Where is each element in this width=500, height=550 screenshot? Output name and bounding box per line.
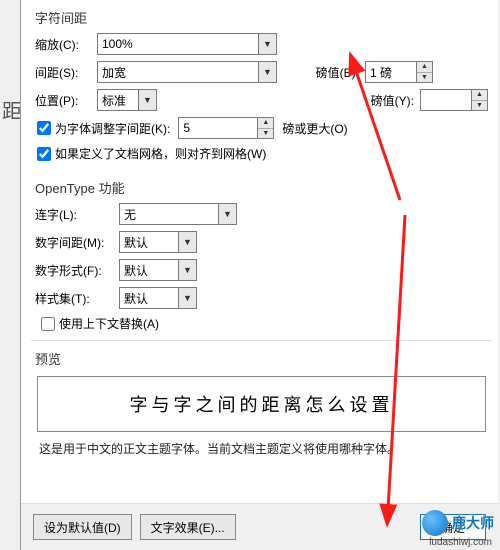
by-value-y-label: 磅值(Y): — [358, 92, 414, 109]
row-style-set: 样式集(T): ▼ — [35, 287, 488, 309]
by-value-y-input[interactable] — [420, 89, 472, 111]
row-num-form: 数字形式(F): ▼ — [35, 259, 488, 281]
section-opentype: OpenType 功能 — [35, 178, 488, 197]
num-spacing-combo[interactable]: ▼ — [119, 231, 197, 253]
chevron-up-icon: ▲ — [417, 62, 432, 73]
by-value-y-spinner[interactable]: ▲▼ — [420, 89, 488, 111]
watermark-brand: 鹿大师 — [452, 513, 494, 533]
section-preview: 预览 — [35, 349, 488, 368]
by-value-spinner[interactable]: ▲▼ — [365, 61, 433, 83]
set-default-button[interactable]: 设为默认值(D) — [33, 514, 132, 540]
kerning-label: 为字体调整字间距(K): — [55, 120, 170, 137]
chevron-down-icon: ▼ — [258, 129, 273, 139]
row-position: 位置(P): ▼ 磅值(Y): ▲▼ — [35, 89, 488, 111]
scale-input[interactable] — [97, 33, 277, 55]
row-kerning: 为字体调整字间距(K): ▲▼ 磅或更大(O) — [37, 117, 488, 139]
ligature-label: 连字(L): — [35, 206, 113, 223]
spacing-combo[interactable]: ▼ — [97, 61, 277, 83]
spinner-buttons[interactable]: ▲▼ — [417, 61, 433, 83]
num-spacing-input[interactable] — [119, 231, 197, 253]
font-dialog: 字符间距 缩放(C): ▼ 间距(S): ▼ 磅值(B): ▲▼ 位置(P): … — [20, 0, 498, 550]
ligature-input[interactable] — [119, 203, 237, 225]
globe-icon — [422, 510, 448, 536]
watermark-url: ludashiwj.com — [429, 537, 492, 548]
watermark: 鹿大师 — [422, 510, 494, 536]
position-combo[interactable]: ▼ — [97, 89, 157, 111]
spinner-buttons[interactable]: ▲▼ — [472, 89, 488, 111]
num-form-combo[interactable]: ▼ — [119, 259, 197, 281]
divider — [31, 340, 492, 341]
preview-note: 这是用于中文的正文主题字体。当前文档主题定义将使用哪种字体。 — [39, 440, 488, 457]
num-form-label: 数字形式(F): — [35, 262, 113, 279]
position-input[interactable] — [97, 89, 157, 111]
ligature-combo[interactable]: ▼ — [119, 203, 237, 225]
row-scale: 缩放(C): ▼ — [35, 33, 488, 55]
kerning-spinner[interactable]: ▲▼ — [178, 117, 274, 139]
kerning-checkbox[interactable] — [37, 121, 51, 135]
style-set-label: 样式集(T): — [35, 290, 113, 307]
preview-box: 字与字之间的距离怎么设置 — [37, 376, 486, 432]
snap-grid-label: 如果定义了文档网格，则对齐到网格(W) — [55, 145, 266, 162]
kerning-suffix: 磅或更大(O) — [282, 120, 347, 137]
left-crop-label: 距 — [2, 95, 22, 124]
text-effects-button[interactable]: 文字效果(E)... — [140, 514, 236, 540]
style-set-input[interactable] — [119, 287, 197, 309]
spacing-label: 间距(S): — [35, 64, 91, 81]
by-value-label: 磅值(B): — [303, 64, 359, 81]
row-snap-grid: 如果定义了文档网格，则对齐到网格(W) — [37, 145, 488, 162]
scale-label: 缩放(C): — [35, 36, 91, 53]
spacing-input[interactable] — [97, 61, 277, 83]
chevron-down-icon: ▼ — [417, 73, 432, 83]
snap-grid-checkbox[interactable] — [37, 147, 51, 161]
num-spacing-label: 数字间距(M): — [35, 234, 113, 251]
context-alt-checkbox[interactable] — [41, 317, 55, 331]
preview-text: 字与字之间的距离怎么设置 — [130, 391, 394, 417]
context-alt-label: 使用上下文替换(A) — [59, 315, 159, 332]
chevron-up-icon: ▲ — [258, 118, 273, 129]
section-char-spacing: 字符间距 — [35, 8, 488, 27]
row-num-spacing: 数字间距(M): ▼ — [35, 231, 488, 253]
row-context-alt: 使用上下文替换(A) — [41, 315, 488, 332]
scale-combo[interactable]: ▼ — [97, 33, 277, 55]
style-set-combo[interactable]: ▼ — [119, 287, 197, 309]
chevron-up-icon: ▲ — [472, 90, 487, 101]
row-ligature: 连字(L): ▼ — [35, 203, 488, 225]
spinner-buttons[interactable]: ▲▼ — [258, 117, 274, 139]
num-form-input[interactable] — [119, 259, 197, 281]
kerning-input[interactable] — [178, 117, 258, 139]
position-label: 位置(P): — [35, 92, 91, 109]
row-spacing: 间距(S): ▼ 磅值(B): ▲▼ — [35, 61, 488, 83]
by-value-input[interactable] — [365, 61, 417, 83]
chevron-down-icon: ▼ — [472, 101, 487, 111]
